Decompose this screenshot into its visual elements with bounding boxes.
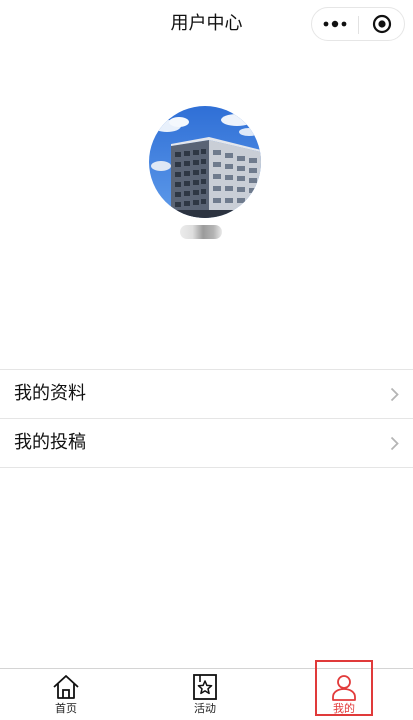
menu-list: 我的资料 我的投稿 (0, 369, 413, 468)
more-button[interactable] (312, 8, 358, 40)
star-bookmark-icon (193, 674, 217, 700)
mini-program-capsule (311, 7, 405, 41)
chevron-right-icon (390, 436, 399, 451)
more-dots-icon (323, 20, 347, 28)
tab-home[interactable]: 首页 (26, 669, 106, 720)
menu-item-label: 我的资料 (14, 383, 86, 404)
user-icon (332, 675, 356, 701)
tab-bar: 首页 活动 我的 (0, 668, 413, 720)
tab-mine-label: 我的 (333, 702, 355, 715)
home-icon (53, 675, 79, 699)
nickname: 用户 (180, 225, 222, 239)
navigation-bar: 用户中心 (0, 0, 413, 48)
menu-item-label: 我的投稿 (14, 432, 86, 453)
menu-item-my-profile[interactable]: 我的资料 (0, 370, 413, 419)
tab-activity[interactable]: 活动 (165, 669, 245, 720)
close-button[interactable] (359, 8, 405, 40)
avatar[interactable] (149, 106, 261, 218)
building-photo-image (149, 106, 261, 218)
user-center-page: 用户中心 我的资料 我的投稿 首页 活动 我的 (0, 0, 413, 720)
tab-mine[interactable]: 我的 (304, 669, 384, 720)
target-close-icon (372, 14, 392, 34)
tab-activity-label: 活动 (194, 702, 216, 715)
tab-home-label: 首页 (55, 702, 77, 715)
menu-item-my-submissions[interactable]: 我的投稿 (0, 419, 413, 468)
chevron-right-icon (390, 387, 399, 402)
